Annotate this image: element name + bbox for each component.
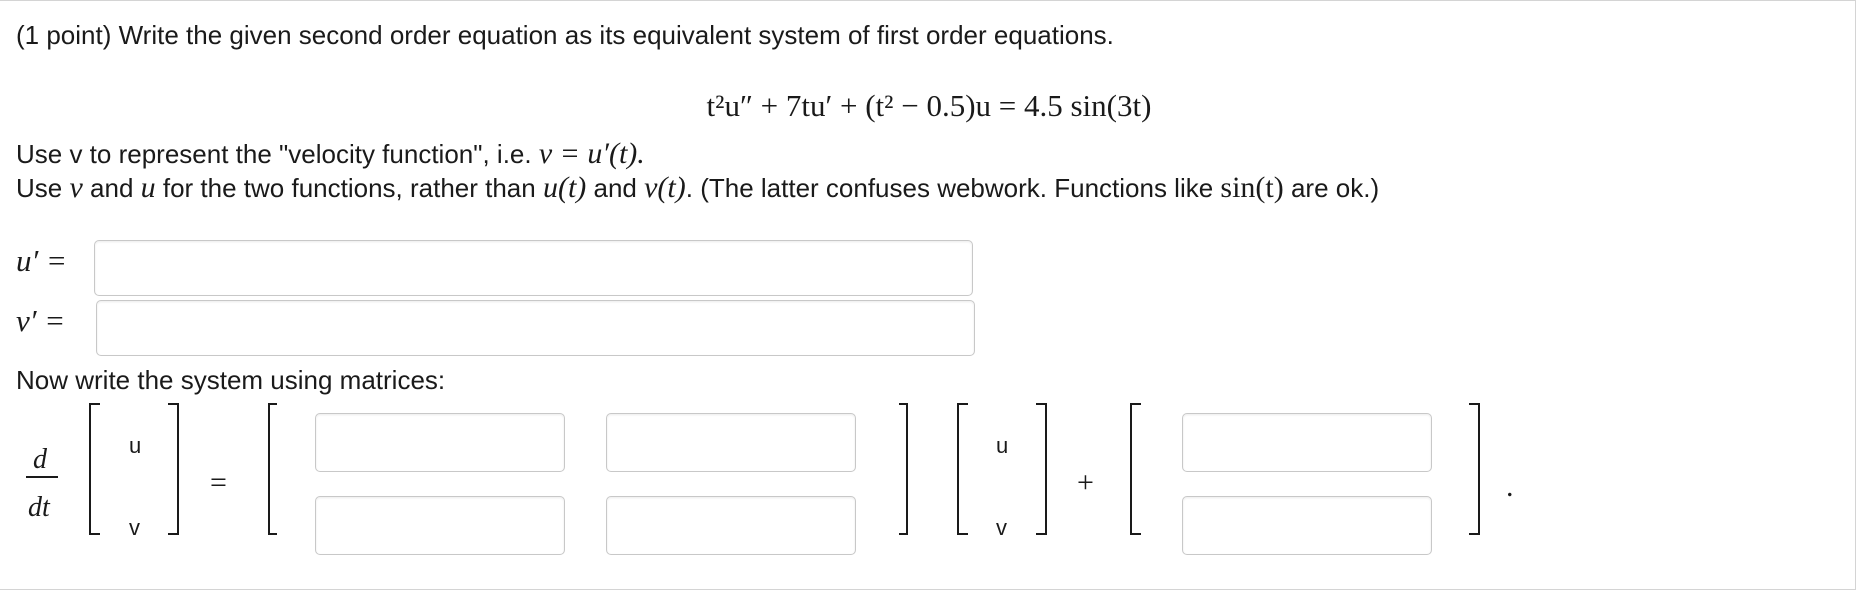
velocity-instruction-text: Use v to represent the "velocity functio…	[16, 139, 539, 169]
function-instruction-c: for the two functions, rather than	[155, 173, 543, 203]
matrix-a21-input[interactable]	[315, 496, 565, 555]
function-instruction-b: and	[82, 173, 141, 203]
function-instruction-a: Use	[16, 173, 70, 203]
plus-sign: +	[1077, 466, 1094, 499]
function-instruction-vt: v(t)	[644, 171, 686, 204]
function-instruction-sin: sin(t)	[1220, 171, 1284, 204]
function-instruction-d: and	[586, 173, 645, 203]
problem-prompt: (1 point) Write the given second order e…	[16, 20, 1114, 50]
right-vector-u: u	[996, 433, 1009, 458]
v-prime-input[interactable]	[96, 300, 975, 356]
right-vector-v: v	[996, 515, 1007, 540]
differential-equation: t²u″ + 7tu′ + (t² − 0.5)u = 4.5 sin(3t)	[706, 88, 1152, 123]
final-period: .	[1506, 470, 1514, 503]
u-prime-input[interactable]	[94, 240, 973, 296]
matrix-a22-input[interactable]	[606, 496, 856, 555]
function-instruction-e: . (The latter confuses webwork. Function…	[685, 173, 1221, 203]
equals-sign: =	[210, 466, 227, 499]
forcing-b2-input[interactable]	[1182, 496, 1432, 555]
velocity-instruction: Use v to represent the "velocity functio…	[16, 137, 645, 171]
function-instruction-u: u	[140, 171, 156, 204]
ddt-fraction-bar	[26, 476, 58, 478]
function-instruction-f: are ok.)	[1283, 173, 1380, 203]
ddt-denominator: dt	[28, 492, 50, 523]
ddt-numerator: d	[33, 444, 47, 475]
left-vector-u: u	[129, 433, 142, 458]
function-instruction-v: v	[69, 171, 83, 204]
velocity-definition: v = u′(t).	[538, 137, 645, 170]
matrix-a11-input[interactable]	[315, 413, 565, 472]
v-prime-label: v′ =	[16, 303, 66, 338]
left-vector-v: v	[129, 515, 140, 540]
function-instruction: Use v and u for the two functions, rathe…	[16, 171, 1379, 205]
function-instruction-ut: u(t)	[542, 171, 587, 204]
u-prime-label: u′ =	[16, 243, 67, 278]
matrix-prompt: Now write the system using matrices:	[16, 365, 446, 395]
forcing-b1-input[interactable]	[1182, 413, 1432, 472]
matrix-a12-input[interactable]	[606, 413, 856, 472]
